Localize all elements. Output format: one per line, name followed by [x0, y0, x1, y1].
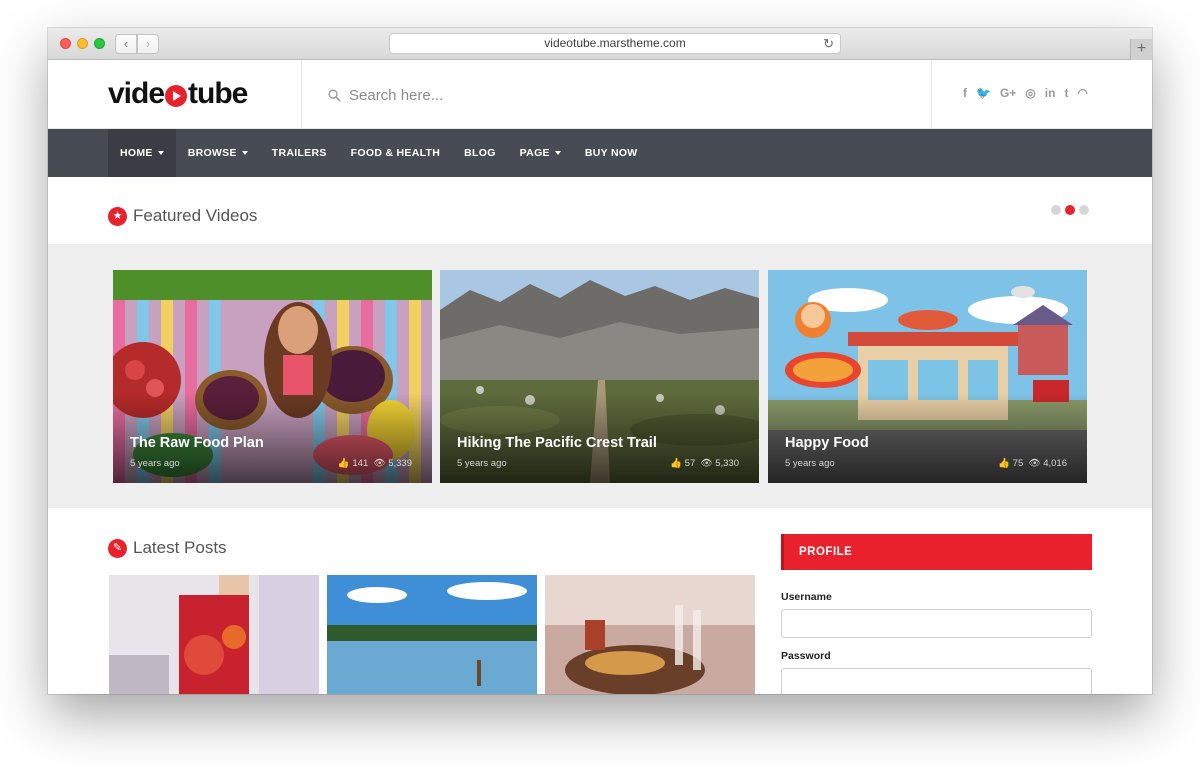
dining-photo — [545, 575, 755, 694]
minimize-window-button[interactable] — [77, 38, 88, 49]
video-date: 5 years ago — [457, 458, 507, 469]
nav-item-browse[interactable]: BROWSE — [176, 129, 260, 177]
site-logo[interactable]: vide tube — [108, 76, 248, 112]
site-header: vide tube f 🐦 G+ ◎ int ◠ — [48, 60, 1152, 129]
video-stats: 👍 141 👁 5,339 — [338, 458, 412, 469]
rss-icon[interactable]: ◠ — [1077, 86, 1087, 100]
google-plus-icon[interactable]: G+ — [1000, 86, 1016, 100]
featured-section-header: ★ Featured Videos — [48, 177, 1152, 244]
facebook-icon[interactable]: f — [963, 86, 967, 100]
latest-post-thumbnail[interactable] — [109, 575, 319, 694]
close-window-button[interactable] — [60, 38, 71, 49]
header-divider — [301, 60, 302, 128]
password-label: Password — [781, 650, 831, 662]
nav-item-blog[interactable]: BLOG — [452, 129, 508, 177]
reload-icon[interactable]: ↻ — [823, 34, 834, 53]
new-tab-button[interactable]: + — [1130, 39, 1152, 60]
kitchen-photo — [109, 575, 319, 694]
latest-post-thumbnail[interactable] — [327, 575, 537, 694]
eye-icon: 👁 — [1025, 458, 1041, 469]
featured-video-card[interactable]: Happy Food 5 years ago 👍 75 👁 4,016 — [768, 270, 1087, 483]
thumbs-up-icon: 👍 — [670, 458, 683, 469]
social-links: f 🐦 G+ ◎ in t ◠ — [963, 86, 1088, 100]
thumbs-up-icon: 👍 — [337, 458, 350, 469]
nav-item-label: TRAILERS — [271, 147, 327, 159]
username-field[interactable] — [781, 609, 1092, 638]
caret-down-icon — [241, 151, 248, 155]
featured-videos-title: Featured Videos — [133, 206, 258, 225]
search-icon — [328, 89, 341, 102]
latest-posts-heading: ✎ Latest Posts — [108, 538, 227, 558]
header-divider — [931, 60, 932, 128]
nav-item-food-health[interactable]: FOOD & HEALTH — [339, 129, 452, 177]
eye-icon: 👁 — [697, 458, 713, 469]
browser-window: ‹ › videotube.marstheme.com ↻ + vide tube… — [48, 28, 1152, 694]
video-date: 5 years ago — [130, 458, 180, 469]
nav-item-page[interactable]: PAGE — [508, 129, 573, 177]
caret-down-icon — [554, 151, 561, 155]
video-title[interactable]: Happy Food — [785, 435, 869, 451]
search-box — [328, 84, 649, 106]
nav-item-label: FOOD & HEALTH — [350, 147, 441, 159]
pencil-icon: ✎ — [108, 538, 127, 558]
nav-item-label: HOME — [120, 147, 153, 159]
video-title[interactable]: The Raw Food Plan — [130, 435, 264, 451]
video-stats: 👍 75 👁 4,016 — [998, 458, 1067, 469]
slider-dot[interactable] — [1051, 205, 1061, 215]
featured-videos-carousel: The Raw Food Plan 5 years ago 👍 141 👁 5,… — [48, 244, 1152, 508]
password-field[interactable] — [781, 668, 1092, 694]
search-input[interactable] — [349, 86, 649, 104]
profile-widget-header: PROFILE — [781, 534, 1092, 570]
video-date: 5 years ago — [785, 458, 835, 469]
like-count: 75 — [1012, 458, 1024, 469]
nav-item-label: BUY NOW — [584, 147, 638, 159]
nav-item-label: BLOG — [464, 147, 496, 159]
slider-dots — [1051, 205, 1089, 215]
featured-videos-heading: ★ Featured Videos — [108, 206, 257, 226]
play-logo-icon — [165, 85, 188, 107]
zoom-window-button[interactable] — [94, 38, 105, 49]
thumbs-up-icon: 👍 — [998, 458, 1011, 469]
nav-item-label: BROWSE — [187, 147, 237, 159]
nav-item-trailers[interactable]: TRAILERS — [260, 129, 339, 177]
latest-post-thumbnail[interactable] — [545, 575, 755, 694]
like-count: 57 — [684, 458, 696, 469]
featured-video-card[interactable]: Hiking The Pacific Crest Trail 5 years a… — [440, 270, 759, 483]
instagram-icon[interactable]: ◎ — [1025, 86, 1035, 100]
video-title[interactable]: Hiking The Pacific Crest Trail — [457, 435, 657, 451]
nav-item-home[interactable]: HOME — [108, 129, 176, 177]
main-navigation: HOME BROWSE TRAILERS FOOD & HEALTH BLOG PAGE B… — [48, 129, 1152, 177]
caret-down-icon — [157, 151, 164, 155]
back-button[interactable]: ‹ — [115, 34, 137, 54]
star-icon: ★ — [108, 206, 127, 226]
logo-text-start: vide — [108, 77, 165, 110]
twitter-icon[interactable]: 🐦 — [976, 86, 991, 100]
tumblr-icon[interactable]: t — [1064, 86, 1068, 100]
view-count: 4,016 — [1043, 458, 1067, 469]
browser-toolbar: ‹ › videotube.marstheme.com ↻ + — [48, 28, 1152, 60]
view-count: 5,339 — [388, 458, 412, 469]
slider-dot[interactable] — [1079, 205, 1089, 215]
logo-text-end: tube — [188, 77, 248, 110]
username-label: Username — [781, 591, 832, 603]
forward-button[interactable]: › — [137, 34, 159, 54]
lake-photo — [327, 575, 537, 694]
nav-item-buy-now[interactable]: BUY NOW — [573, 129, 650, 177]
featured-video-card[interactable]: The Raw Food Plan 5 years ago 👍 141 👁 5,… — [113, 270, 432, 483]
address-bar[interactable]: videotube.marstheme.com ↻ — [389, 33, 841, 54]
video-stats: 👍 57 👁 5,330 — [670, 458, 739, 469]
nav-item-label: PAGE — [519, 147, 550, 159]
nav-menu: HOME BROWSE TRAILERS FOOD & HEALTH BLOG PAGE B… — [108, 129, 650, 177]
eye-icon: 👁 — [370, 458, 386, 469]
linkedin-icon[interactable]: in — [1045, 86, 1056, 100]
latest-posts-title: Latest Posts — [133, 538, 227, 557]
address-bar-url: videotube.marstheme.com — [544, 36, 686, 50]
slider-dot[interactable] — [1065, 205, 1075, 215]
like-count: 141 — [352, 458, 369, 469]
view-count: 5,330 — [715, 458, 739, 469]
